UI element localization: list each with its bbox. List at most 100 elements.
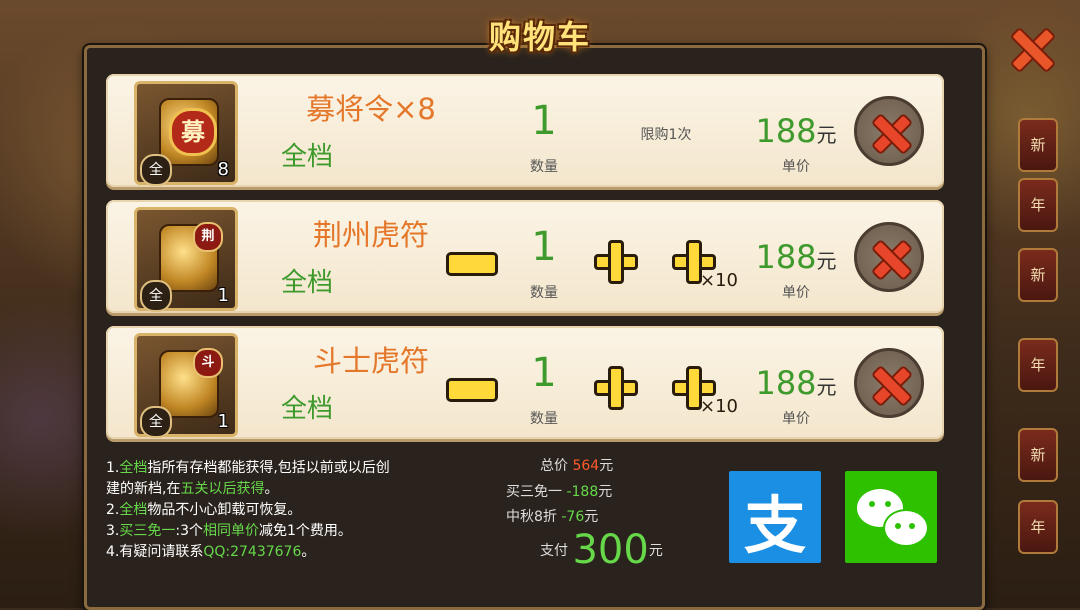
- close-icon[interactable]: [1008, 26, 1052, 70]
- tier-badge: 全: [140, 406, 172, 438]
- increase-quantity-10-button[interactable]: ×10: [672, 366, 738, 417]
- remove-item-button[interactable]: [854, 222, 924, 292]
- item-tier: 全档: [281, 268, 334, 298]
- item-seal: 斗: [193, 348, 223, 378]
- note-line: 建的新档,在五关以后获得。: [106, 479, 506, 500]
- note-highlight: QQ:27437676: [203, 544, 302, 560]
- discount-buy3-value: -188: [566, 484, 599, 500]
- item-price: 188元: [746, 238, 846, 276]
- background-banner-text: 新: [1030, 266, 1046, 284]
- cart-item-row: 荆全 1 荆州虎符 全档 ×10 1 数量 188元 单价: [106, 200, 944, 313]
- note-text: 。: [301, 544, 316, 560]
- background-banner-text: 新: [1030, 446, 1046, 464]
- item-thumbnail: 荆全 1: [134, 207, 238, 312]
- cart-title: 购物车: [488, 18, 591, 56]
- cart-item-row: 募全 8 募将令×8 全档 限购1次 1 数量 188元 单价: [106, 74, 944, 187]
- item-thumbnail: 募全 8: [134, 81, 238, 186]
- discount-midautumn-line: 中秋8折 -76元: [506, 506, 736, 526]
- item-tier: 全档: [281, 394, 334, 424]
- discount-buy3-label: 买三免一: [506, 484, 562, 500]
- pay-amount: 300: [572, 527, 649, 573]
- price-unit: 元: [816, 123, 837, 147]
- notes: 1.全档指所有存档都能获得,包括以前或以后创 建的新档,在五关以后获得。 2.全档物…: [106, 458, 506, 563]
- unit-price-label: 单价: [782, 411, 810, 427]
- item-price: 188元: [746, 112, 846, 150]
- pay-unit: 元: [648, 543, 663, 559]
- increase-quantity-10-button[interactable]: ×10: [672, 240, 738, 291]
- price-unit: 元: [816, 249, 837, 273]
- total-label: 总价: [540, 458, 568, 474]
- item-tier: 全档: [281, 142, 334, 172]
- item-price: 188元: [746, 364, 846, 402]
- discount-midautumn-unit: 元: [584, 509, 599, 525]
- alipay-icon: 支: [743, 489, 806, 562]
- item-quantity: 1: [531, 224, 557, 270]
- note-text: 4.有疑问请联系: [106, 544, 204, 560]
- background-banner: 新: [1018, 248, 1058, 302]
- tier-badge: 全: [140, 154, 172, 186]
- discount-midautumn-value: -76: [561, 509, 585, 525]
- background-banner-text: 年: [1030, 196, 1046, 214]
- background-banner-text: 新: [1030, 136, 1046, 154]
- note-highlight: 买三免一: [119, 523, 176, 539]
- note-text: 建的新档,在: [106, 481, 181, 497]
- price-value: 188: [755, 238, 817, 276]
- remove-item-button[interactable]: [854, 348, 924, 418]
- price-value: 188: [755, 364, 817, 402]
- item-count: 1: [217, 411, 229, 432]
- note-text: :3个: [175, 523, 203, 539]
- note-highlight: 全档: [119, 460, 148, 476]
- item-seal: 荆: [193, 222, 223, 252]
- background-banner: 年: [1018, 178, 1058, 232]
- note-text: 。: [264, 481, 279, 497]
- wechat-pay-button[interactable]: [845, 471, 937, 563]
- pay-label: 支付: [540, 543, 568, 559]
- plus10-label: ×10: [700, 396, 738, 417]
- price-value: 188: [755, 112, 817, 150]
- item-count: 8: [217, 159, 229, 180]
- remove-item-button[interactable]: [854, 96, 924, 166]
- note-line: 2.全档物品不小心卸载可恢复。: [106, 500, 506, 521]
- item-name: 荆州虎符: [312, 218, 429, 252]
- purchase-limit: 限购1次: [640, 127, 692, 143]
- background-banner: 年: [1018, 338, 1058, 392]
- item-count: 1: [217, 285, 229, 306]
- note-text: 1.: [106, 460, 120, 476]
- background-banner-text: 年: [1030, 518, 1046, 536]
- note-line: 1.全档指所有存档都能获得,包括以前或以后创: [106, 458, 506, 479]
- background-banner: 年: [1018, 500, 1058, 554]
- note-highlight: 全档: [119, 502, 148, 518]
- decrease-quantity-button[interactable]: [446, 378, 498, 402]
- item-quantity: 1: [531, 98, 557, 144]
- item-thumbnail: 斗全 1: [134, 333, 238, 438]
- note-text: 2.: [106, 502, 120, 518]
- price-unit: 元: [816, 375, 837, 399]
- note-line: 3.买三免一:3个相同单价减免1个费用。: [106, 521, 506, 542]
- cart-item-row: 斗全 1 斗士虎符 全档 ×10 1 数量 188元 单价: [106, 326, 944, 439]
- quantity-label: 数量: [530, 411, 558, 427]
- note-text: 减免1个费用。: [258, 523, 352, 539]
- plus10-label: ×10: [700, 270, 738, 291]
- note-text: 指所有存档都能获得,包括以前或以后创: [147, 460, 390, 476]
- alipay-button[interactable]: 支: [729, 471, 821, 563]
- quantity-label: 数量: [530, 285, 558, 301]
- decrease-quantity-button[interactable]: [446, 252, 498, 276]
- background-banner: 新: [1018, 118, 1058, 172]
- background-banner-text: 年: [1030, 356, 1046, 374]
- discount-buy3-unit: 元: [598, 484, 613, 500]
- increase-quantity-button[interactable]: [594, 366, 638, 410]
- note-text: 3.: [106, 523, 120, 539]
- note-highlight: 相同单价: [202, 523, 259, 539]
- increase-quantity-button[interactable]: [594, 240, 638, 284]
- tier-badge: 全: [140, 280, 172, 312]
- unit-price-label: 单价: [782, 159, 810, 175]
- unit-price-label: 单价: [782, 285, 810, 301]
- note-line: 4.有疑问请联系QQ:27437676。: [106, 542, 506, 563]
- quantity-label: 数量: [530, 159, 558, 175]
- item-seal: 募: [169, 108, 217, 156]
- note-highlight: 五关以后获得: [180, 481, 265, 497]
- total-unit: 元: [599, 458, 614, 474]
- discount-midautumn-label: 中秋8折: [506, 509, 557, 525]
- background-banner: 新: [1018, 428, 1058, 482]
- total-value: 564: [572, 458, 600, 474]
